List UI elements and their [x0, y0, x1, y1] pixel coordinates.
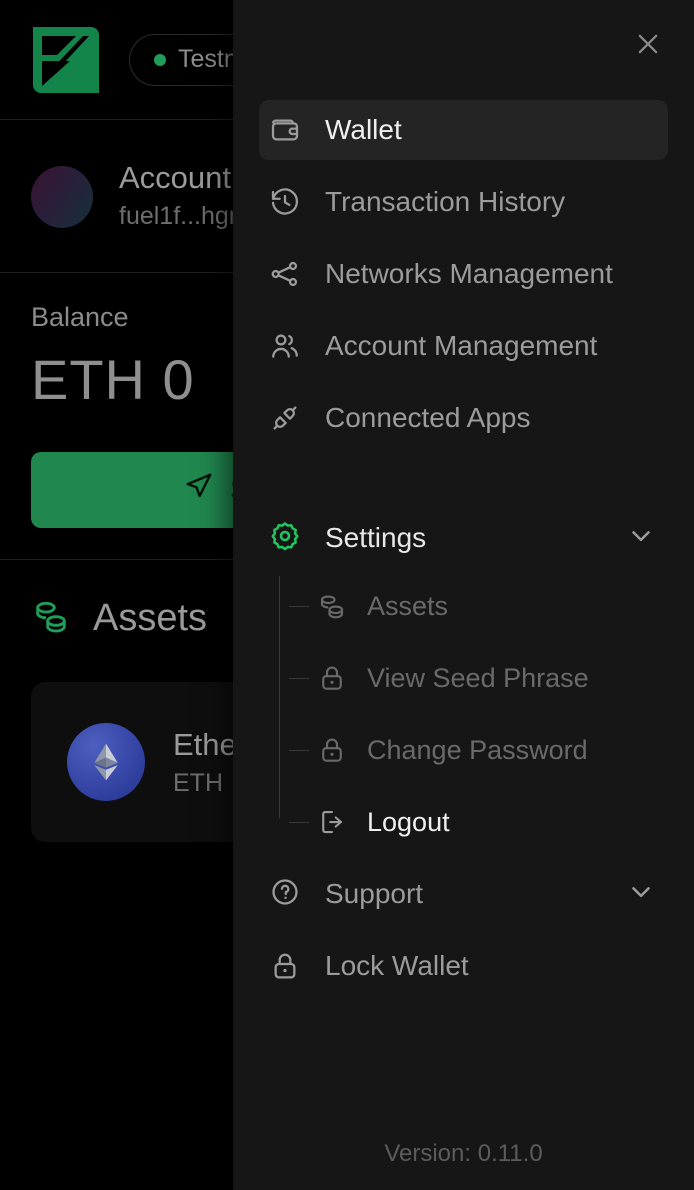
nav-item-connected-apps[interactable]: Connected Apps: [259, 388, 668, 448]
sub-item-logout[interactable]: Logout: [269, 792, 668, 852]
plug-icon: [269, 402, 301, 434]
avatar: [31, 165, 93, 228]
nav-section-settings[interactable]: Settings: [259, 508, 668, 568]
ethereum-icon: [67, 723, 145, 801]
drawer-nav: Wallet Transaction History Networks Mana…: [233, 88, 694, 1140]
nav-section-support[interactable]: Support: [259, 864, 668, 924]
assets-title: Assets: [93, 597, 208, 639]
network-icon: [269, 258, 301, 290]
sub-item-view-seed-phrase[interactable]: View Seed Phrase: [269, 648, 668, 708]
lock-icon: [269, 950, 301, 982]
sub-item-label: Change Password: [367, 734, 588, 765]
lock-icon: [317, 735, 347, 765]
nav-item-label: Wallet: [325, 114, 402, 145]
logout-icon: [317, 807, 347, 837]
nav-item-networks-management[interactable]: Networks Management: [259, 244, 668, 304]
fuel-logo[interactable]: [31, 25, 101, 95]
network-status-dot: [154, 53, 166, 66]
sub-item-label: View Seed Phrase: [367, 662, 589, 693]
version-label: Version: 0.11.0: [384, 1140, 543, 1167]
nav-item-wallet[interactable]: Wallet: [259, 100, 668, 160]
sub-item-label: Logout: [367, 806, 450, 837]
coins-icon: [317, 591, 347, 621]
nav-item-lock-wallet[interactable]: Lock Wallet: [259, 936, 668, 996]
drawer-header: [233, 0, 694, 88]
history-icon: [269, 186, 301, 218]
chevron-down-icon[interactable]: [626, 877, 656, 912]
wallet-extension-window: Testnet Account 1 fuel1f...hgnk Balance …: [0, 0, 694, 1190]
wallet-icon: [269, 114, 301, 146]
nav-item-label: Account Management: [325, 330, 598, 361]
nav-item-label: Connected Apps: [325, 402, 531, 433]
close-icon[interactable]: [630, 26, 666, 62]
lock-icon: [317, 663, 347, 693]
nav-item-label: Networks Management: [325, 258, 613, 289]
gear-icon: [269, 520, 301, 557]
assets-header: Assets: [31, 596, 207, 641]
sub-item-assets[interactable]: Assets: [269, 576, 668, 636]
nav-item-label: Transaction History: [325, 186, 566, 217]
settings-submenu: Assets View Seed Phrase Change Password …: [259, 576, 668, 852]
nav-item-label: Lock Wallet: [325, 950, 469, 981]
nav-section-label: Settings: [325, 522, 427, 553]
sub-item-change-password[interactable]: Change Password: [269, 720, 668, 780]
navigation-drawer: Wallet Transaction History Networks Mana…: [233, 0, 694, 1190]
nav-item-transaction-history[interactable]: Transaction History: [259, 172, 668, 232]
users-icon: [269, 330, 301, 362]
paper-plane-icon: [184, 471, 214, 509]
nav-item-account-management[interactable]: Account Management: [259, 316, 668, 376]
chevron-down-icon[interactable]: [626, 521, 656, 556]
sub-item-label: Assets: [367, 590, 449, 621]
question-circle-icon: [269, 876, 301, 913]
coins-icon: [31, 596, 71, 641]
nav-section-label: Support: [325, 878, 424, 909]
